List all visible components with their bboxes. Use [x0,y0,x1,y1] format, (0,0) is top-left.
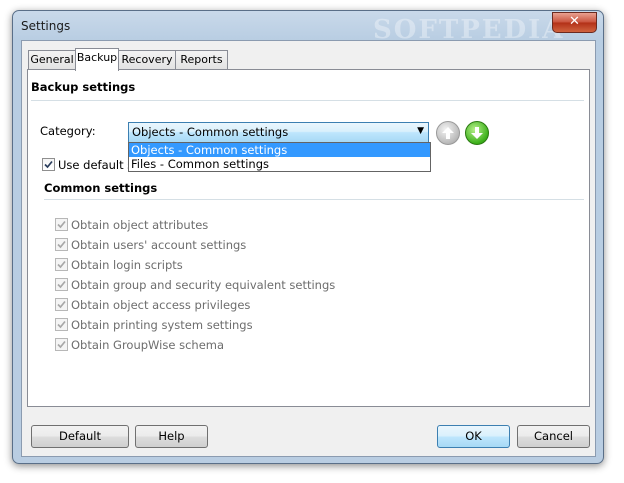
option-checkbox[interactable] [55,278,68,291]
category-selected-value: Objects - Common settings [132,125,289,139]
option-label: Obtain object access privileges [71,298,251,312]
checkmark-icon [57,320,66,329]
category-select[interactable]: Objects - Common settings ▼ [128,122,429,143]
checkmark-icon [44,160,53,169]
title-bar[interactable]: Settings SOFTPEDIA ✕ [13,11,603,45]
dropdown-option-files[interactable]: Files - Common settings [129,157,430,171]
option-checkbox[interactable] [55,298,68,311]
option-checkbox[interactable] [55,258,68,271]
window-title: Settings [21,19,71,33]
default-button[interactable]: Default [31,425,129,448]
move-down-button[interactable] [465,121,489,145]
category-dropdown-list: Objects - Common settings Files - Common… [128,142,431,172]
option-label: Obtain GroupWise schema [71,338,225,352]
ok-button[interactable]: OK [437,425,510,448]
section-title-backup: Backup settings [31,80,136,94]
arrow-up-icon [442,127,454,139]
tab-recovery[interactable]: Recovery [118,50,176,69]
checkmark-icon [57,220,66,229]
chevron-down-icon: ▼ [417,126,424,136]
checkmark-icon [57,280,66,289]
category-label: Category: [40,124,96,138]
divider [31,100,584,101]
section-title-common: Common settings [44,181,158,195]
option-label: Obtain users' account settings [71,238,247,252]
checkmark-icon [57,300,66,309]
tab-backup[interactable]: Backup [75,48,119,71]
option-label: Obtain object attributes [71,218,209,232]
checkmark-icon [57,340,66,349]
option-checkbox[interactable] [55,238,68,251]
checkmark-icon [57,240,66,249]
close-icon: ✕ [569,14,580,29]
option-label: Obtain group and security equivalent set… [71,278,336,292]
tab-general[interactable]: General [28,50,76,69]
divider [44,199,584,200]
help-button[interactable]: Help [135,425,208,448]
move-up-button[interactable] [436,121,460,145]
option-label: Obtain login scripts [71,258,183,272]
arrow-down-icon [471,127,483,139]
cancel-button[interactable]: Cancel [517,425,590,448]
option-checkbox[interactable] [55,318,68,331]
dropdown-option-objects[interactable]: Objects - Common settings [129,143,430,157]
option-checkbox[interactable] [55,218,68,231]
backup-panel: Backup settings Category: Objects - Comm… [27,69,590,407]
option-label: Obtain printing system settings [71,318,253,332]
dialog-body: General Backup Recovery Reports Backup s… [21,40,596,457]
settings-window: Settings SOFTPEDIA ✕ General Backup Reco… [12,10,604,464]
close-button[interactable]: ✕ [552,12,597,33]
checkmark-icon [57,260,66,269]
option-checkbox[interactable] [55,338,68,351]
use-default-checkbox[interactable] [42,158,55,171]
tab-reports[interactable]: Reports [175,50,228,69]
